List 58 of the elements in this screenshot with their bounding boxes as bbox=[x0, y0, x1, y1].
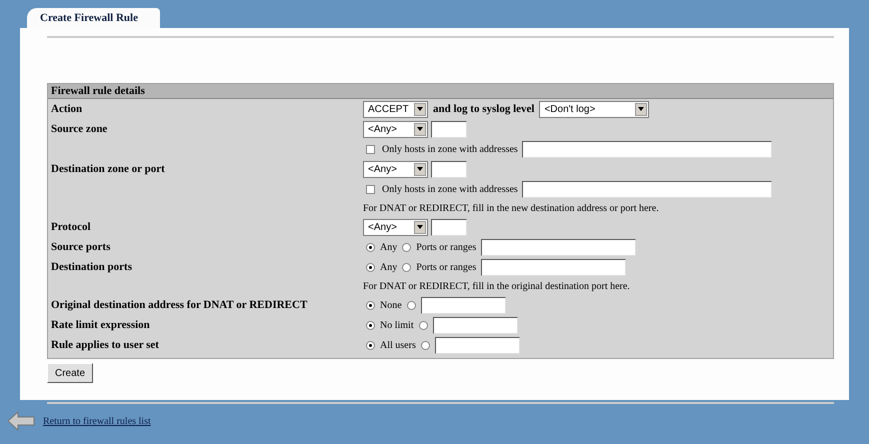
radio-button[interactable] bbox=[366, 340, 375, 350]
dropdown[interactable]: <Any> bbox=[363, 120, 428, 138]
checkbox-label: Only hosts in zone with addresses bbox=[382, 182, 518, 196]
text-field[interactable] bbox=[481, 258, 626, 276]
text-field[interactable] bbox=[431, 160, 467, 178]
field-label: Source ports bbox=[51, 240, 110, 255]
hint-text: For DNAT or REDIRECT, fill in the original destination port here. bbox=[363, 280, 630, 294]
hint-text: For DNAT or REDIRECT, fill in the new destination address or port here. bbox=[363, 202, 659, 216]
field-label: and log to syslog level bbox=[433, 102, 534, 117]
text-field[interactable] bbox=[434, 336, 520, 354]
tab[interactable]: Create Firewall Rule bbox=[27, 8, 160, 28]
dropdown[interactable]: ACCEPT bbox=[363, 100, 428, 118]
text-field[interactable] bbox=[431, 218, 467, 236]
field-label: Rule applies to user set bbox=[51, 338, 159, 353]
caret-icon bbox=[414, 122, 426, 136]
radio-label: No limit bbox=[380, 318, 414, 332]
back-arrow-icon bbox=[8, 410, 36, 432]
caret-icon bbox=[414, 220, 426, 234]
radio-label: Ports or ranges bbox=[416, 260, 476, 274]
text-field[interactable] bbox=[522, 140, 772, 158]
field-label: Destination ports bbox=[51, 260, 132, 275]
field-label: Rate limit expression bbox=[51, 318, 150, 333]
radio-button[interactable] bbox=[418, 320, 428, 330]
checkbox-label: Only hosts in zone with addresses bbox=[382, 142, 518, 156]
radio-label: Any bbox=[380, 240, 398, 254]
text-field[interactable] bbox=[431, 120, 467, 138]
create-button[interactable]: Create bbox=[47, 363, 94, 383]
checkbox[interactable] bbox=[366, 144, 375, 154]
field-label: Action bbox=[51, 102, 82, 117]
radio-button[interactable] bbox=[402, 262, 412, 272]
field-label: Original destination address for DNAT or REDIRECT bbox=[51, 298, 308, 313]
dropdown[interactable]: <Any> bbox=[363, 218, 428, 236]
radio-button[interactable] bbox=[366, 242, 375, 252]
radio-label: None bbox=[380, 298, 402, 312]
radio-label: All users bbox=[380, 338, 416, 352]
dropdown[interactable]: <Don't log> bbox=[539, 100, 650, 118]
field-label: Protocol bbox=[51, 220, 91, 235]
caret-icon bbox=[414, 162, 426, 176]
caret-icon bbox=[414, 102, 426, 116]
text-field[interactable] bbox=[432, 316, 518, 334]
radio-button[interactable] bbox=[406, 300, 416, 310]
text-field[interactable] bbox=[420, 296, 506, 314]
radio-button[interactable] bbox=[402, 242, 412, 252]
caret-icon bbox=[635, 102, 648, 116]
radio-label: Ports or ranges bbox=[416, 240, 476, 254]
radio-button[interactable] bbox=[366, 320, 375, 330]
text-field[interactable] bbox=[522, 180, 772, 198]
checkbox[interactable] bbox=[366, 184, 375, 194]
section-header: Firewall rule details bbox=[48, 84, 833, 99]
text-field[interactable] bbox=[481, 238, 636, 256]
radio-button[interactable] bbox=[366, 262, 375, 272]
field-label: Destination zone or port bbox=[51, 162, 165, 177]
return-link[interactable]: Return to firewall rules list bbox=[43, 414, 151, 428]
radio-button[interactable] bbox=[366, 300, 375, 310]
dropdown[interactable]: <Any> bbox=[363, 160, 428, 178]
radio-button[interactable] bbox=[420, 340, 430, 350]
field-label: Source zone bbox=[51, 122, 108, 137]
radio-label: Any bbox=[380, 260, 398, 274]
